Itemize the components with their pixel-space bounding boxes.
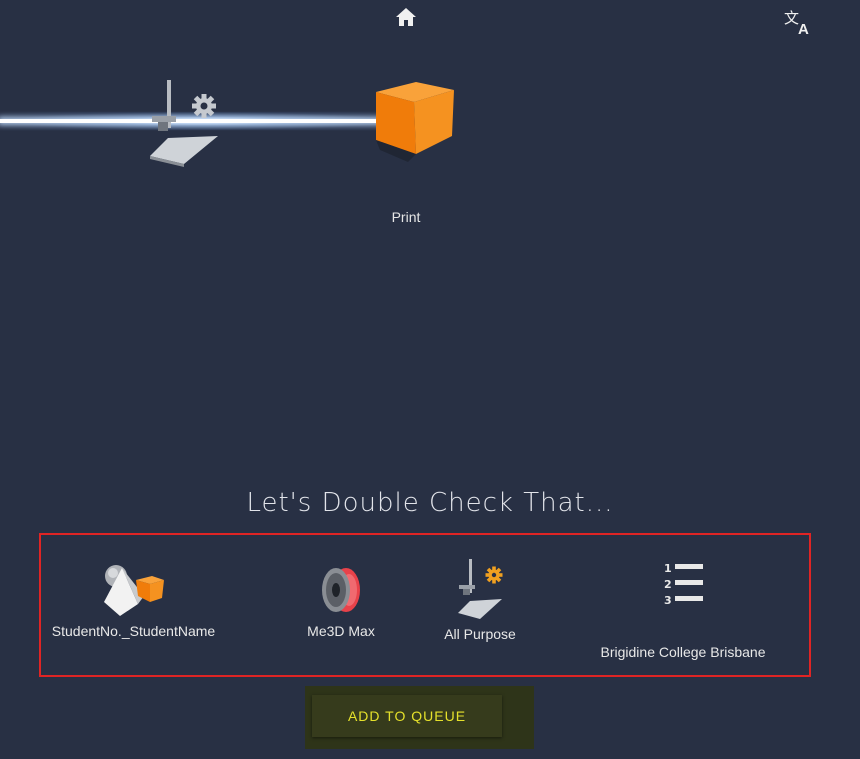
- svg-text:1: 1: [664, 562, 672, 575]
- home-icon: [396, 8, 416, 26]
- filament-spool-icon: [322, 568, 360, 612]
- add-to-queue-button[interactable]: ADD TO QUEUE: [312, 695, 502, 737]
- summary-model-label: StudentNo._StudentName: [51, 623, 216, 639]
- numbered-list-icon: 1 2 3: [664, 562, 703, 607]
- printer-settings-step[interactable]: [140, 78, 230, 173]
- svg-text:文: 文: [784, 9, 799, 27]
- summary-filament-label: Me3D Max: [307, 623, 375, 639]
- translate-icon: 文 A: [784, 9, 809, 38]
- summary-queue-label: Brigidine College Brisbane: [600, 644, 766, 660]
- double-check-heading: Let's Double Check That...: [246, 488, 614, 518]
- summary-profile-label: All Purpose: [444, 626, 516, 642]
- home-button[interactable]: [394, 6, 418, 28]
- translate-button[interactable]: 文 A: [783, 7, 815, 38]
- model-shapes-icon: [103, 565, 164, 616]
- printer-settings-icon: [458, 559, 503, 619]
- summary-queue[interactable]: 1 2 3 Brigidine College Brisbane: [578, 555, 788, 660]
- print-step-label: Print: [391, 209, 421, 225]
- print-cube-icon: [376, 82, 454, 162]
- print-step[interactable]: [362, 78, 462, 168]
- svg-text:3: 3: [664, 594, 672, 607]
- summary-model[interactable]: StudentNo._StudentName: [36, 562, 231, 639]
- printer-settings-icon: [150, 80, 218, 167]
- summary-filament[interactable]: Me3D Max: [296, 562, 386, 639]
- svg-text:A: A: [798, 21, 809, 37]
- summary-profile[interactable]: All Purpose: [428, 555, 532, 642]
- svg-text:2: 2: [664, 578, 672, 591]
